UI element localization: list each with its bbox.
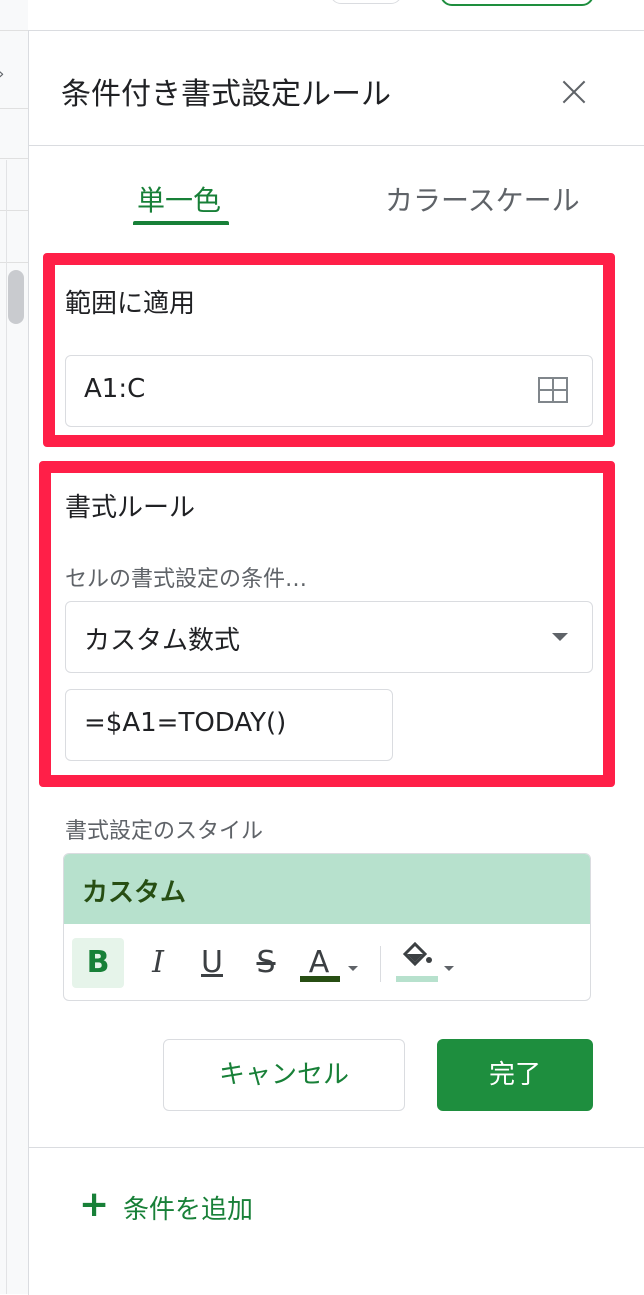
sheet-background: › bbox=[0, 0, 28, 1294]
text-color-button[interactable]: A bbox=[296, 938, 342, 988]
grid-line bbox=[0, 262, 28, 263]
active-tab-indicator bbox=[133, 221, 229, 225]
grid-line bbox=[0, 30, 28, 31]
grid-line bbox=[0, 108, 28, 109]
italic-button[interactable]: I bbox=[138, 938, 178, 988]
conditional-format-panel: 条件付き書式設定ルール 単一色 カラースケール 範囲に適用 A1:C 書式ルール… bbox=[28, 30, 644, 1295]
strikethrough-button[interactable]: S bbox=[246, 938, 286, 988]
tab-color-scale[interactable]: カラースケール bbox=[385, 179, 580, 219]
range-value: A1:C bbox=[84, 374, 146, 404]
chevron-down-icon[interactable] bbox=[348, 966, 358, 971]
condition-label: セルの書式設定の条件… bbox=[65, 567, 308, 592]
share-button[interactable] bbox=[440, 0, 594, 6]
done-button[interactable]: 完了 bbox=[437, 1039, 593, 1111]
chevron-down-icon[interactable] bbox=[444, 966, 454, 971]
format-style-box: カスタム B I U S A bbox=[63, 853, 591, 1001]
text-color-icon: A bbox=[308, 945, 330, 980]
range-label: 範囲に適用 bbox=[65, 289, 196, 319]
grid-line bbox=[6, 160, 7, 1294]
formula-input[interactable]: =$A1=TODAY() bbox=[65, 689, 393, 761]
select-range-icon[interactable] bbox=[538, 377, 570, 405]
toolbar-pill[interactable] bbox=[330, 0, 402, 4]
dropdown-arrow-icon bbox=[552, 633, 568, 641]
tab-single-color[interactable]: 単一色 bbox=[137, 179, 221, 219]
cancel-button[interactable]: キャンセル bbox=[163, 1039, 405, 1111]
underline-button[interactable]: U bbox=[192, 938, 232, 988]
caret-icon: › bbox=[0, 64, 4, 83]
format-style-label: 書式設定のスタイル bbox=[65, 819, 264, 844]
bold-button[interactable]: B bbox=[72, 938, 124, 988]
formula-value: =$A1=TODAY() bbox=[84, 708, 287, 738]
fill-color-button[interactable] bbox=[394, 938, 440, 988]
paint-bucket-icon bbox=[402, 941, 432, 967]
style-preview-text: カスタム bbox=[82, 878, 187, 908]
condition-value: カスタム数式 bbox=[84, 626, 241, 656]
grid-line bbox=[0, 158, 28, 159]
text-color-swatch bbox=[300, 976, 340, 982]
panel-title: 条件付き書式設定ルール bbox=[61, 77, 391, 112]
condition-dropdown[interactable]: カスタム数式 bbox=[65, 601, 593, 673]
style-preview[interactable]: カスタム bbox=[64, 854, 590, 924]
fill-color-swatch bbox=[396, 976, 438, 982]
toolbar-divider bbox=[380, 946, 381, 982]
plus-icon: + bbox=[79, 1184, 110, 1225]
divider bbox=[29, 145, 644, 146]
scrollbar-thumb[interactable] bbox=[8, 270, 24, 324]
range-input[interactable]: A1:C bbox=[65, 355, 593, 427]
add-condition-label: 条件を追加 bbox=[123, 1195, 254, 1225]
close-icon[interactable] bbox=[557, 75, 591, 109]
grid-line bbox=[0, 210, 28, 211]
divider bbox=[29, 1147, 644, 1148]
format-rules-label: 書式ルール bbox=[65, 493, 196, 523]
